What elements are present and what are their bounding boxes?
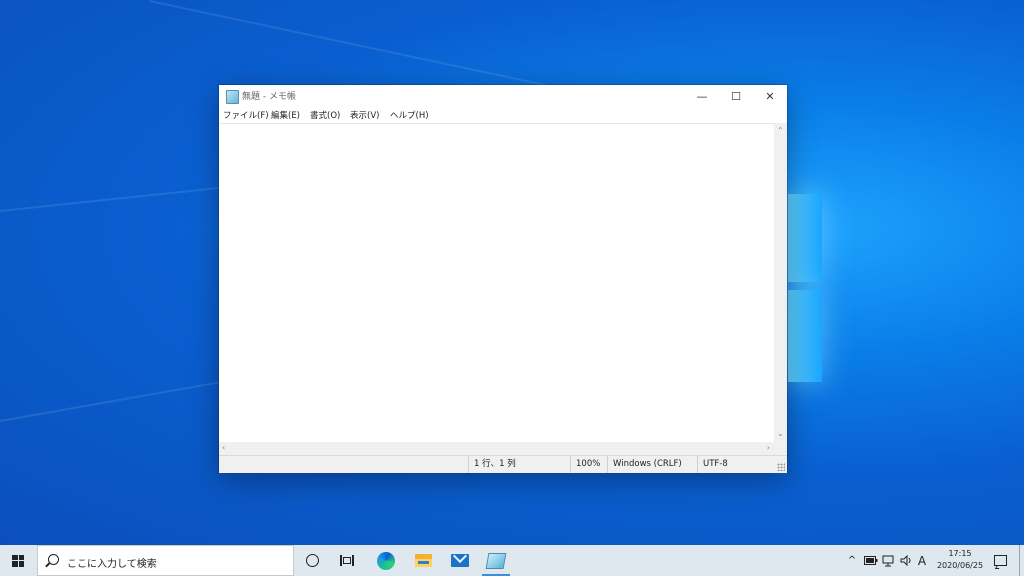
logo-pane (788, 194, 822, 282)
menu-edit[interactable]: 編集(E) (271, 109, 300, 121)
scroll-down-icon[interactable]: ⌄ (777, 430, 784, 438)
notepad-taskbar-button[interactable] (478, 545, 514, 576)
light-ray (0, 185, 229, 212)
status-encoding: UTF-8 (697, 456, 787, 473)
scroll-left-icon[interactable]: ‹ (222, 444, 225, 452)
horizontal-scrollbar[interactable]: ‹ › (219, 442, 774, 455)
menu-file[interactable]: ファイル(F) (223, 109, 269, 121)
clock-time: 17:15 (948, 549, 972, 558)
mail-button[interactable] (442, 545, 478, 576)
scroll-right-icon[interactable]: › (767, 444, 770, 452)
task-view-button[interactable] (329, 545, 365, 576)
mail-icon (451, 554, 469, 567)
menu-view[interactable]: 表示(V) (350, 109, 379, 121)
status-line-ending: Windows (CRLF) (607, 456, 697, 473)
text-editor[interactable] (219, 123, 774, 443)
cortana-button[interactable] (294, 545, 330, 576)
menu-bar: ファイル(F) 編集(E) 書式(O) 表示(V) ヘルプ(H) (219, 107, 787, 123)
scrollbar-corner (774, 442, 787, 455)
action-center-button[interactable] (990, 545, 1010, 576)
notification-icon (993, 555, 1007, 566)
windows-start-icon (12, 554, 24, 567)
minimize-button[interactable]: — (685, 85, 719, 107)
close-button[interactable]: ✕ (753, 85, 787, 107)
network-icon[interactable] (880, 545, 898, 576)
ime-indicator[interactable]: A (914, 545, 930, 576)
light-ray (149, 0, 561, 90)
file-explorer-button[interactable] (405, 545, 441, 576)
clock-date: 2020/06/25 (936, 561, 984, 570)
status-bar: 1 行、1 列 100% Windows (CRLF) UTF-8 (219, 455, 787, 473)
search-box[interactable]: ここに入力して検索 (37, 545, 294, 576)
edge-icon (377, 551, 395, 570)
maximize-button[interactable]: ☐ (719, 85, 753, 107)
task-view-icon (340, 555, 354, 566)
start-button[interactable] (0, 545, 36, 576)
scroll-up-icon[interactable]: ⌃ (777, 127, 784, 135)
logo-pane (788, 290, 822, 382)
notepad-window[interactable]: 無題 - メモ帳 — ☐ ✕ ファイル(F) 編集(E) 書式(O) 表示(V)… (219, 85, 787, 473)
volume-icon[interactable] (898, 545, 914, 576)
menu-help[interactable]: ヘルプ(H) (390, 109, 429, 121)
search-placeholder: ここに入力して検索 (67, 559, 157, 570)
file-explorer-icon (414, 554, 432, 567)
system-clock[interactable]: 17:15 2020/06/25 (930, 548, 990, 572)
search-icon (48, 554, 59, 565)
resize-grip-icon[interactable] (777, 463, 785, 471)
title-bar[interactable]: 無題 - メモ帳 — ☐ ✕ (219, 85, 787, 107)
notepad-icon (485, 552, 507, 569)
battery-icon[interactable] (862, 545, 880, 576)
edge-button[interactable] (368, 545, 404, 576)
vertical-scrollbar[interactable]: ⌃ ⌄ (774, 123, 787, 442)
menu-format[interactable]: 書式(O) (310, 109, 340, 121)
status-position: 1 行、1 列 (468, 456, 570, 473)
window-title: 無題 - メモ帳 (242, 92, 296, 102)
notepad-icon[interactable] (226, 90, 239, 104)
show-desktop-button[interactable] (1019, 545, 1020, 576)
windows-logo-wallpaper (788, 190, 824, 386)
status-zoom: 100% (570, 456, 607, 473)
light-ray (0, 380, 227, 422)
tray-chevron-icon[interactable]: ^ (844, 545, 860, 576)
taskbar: ここに入力して検索 ^ A 17:15 2020/06/25 (0, 545, 1024, 576)
cortana-icon (305, 554, 319, 567)
